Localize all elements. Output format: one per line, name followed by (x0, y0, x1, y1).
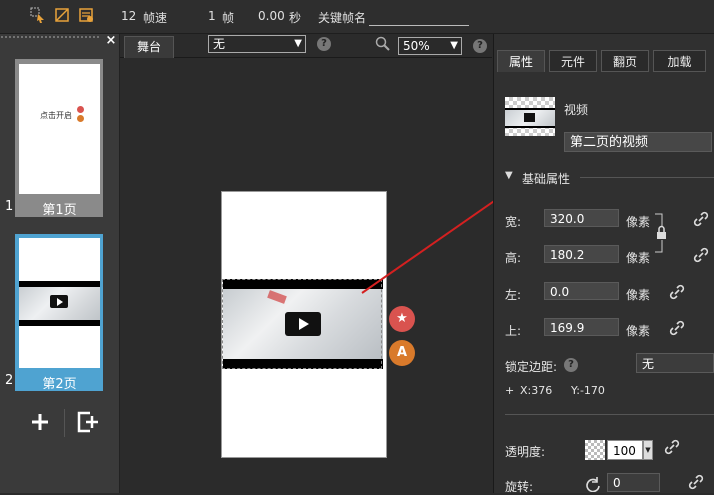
link-icon[interactable] (669, 284, 685, 300)
zoom-icon (375, 36, 390, 51)
help-icon[interactable]: ? (564, 358, 578, 372)
add-text-icon[interactable]: A (389, 340, 415, 366)
coord-x: X:376 (520, 384, 553, 397)
page-label-2: 第2页 (42, 377, 77, 392)
rotation-label: 旋转: (505, 480, 534, 494)
top-label: 上: (505, 324, 522, 338)
time-label: 秒 (289, 11, 302, 25)
rotate-icon (586, 477, 600, 492)
section-divider (580, 177, 714, 178)
link-icon[interactable] (693, 247, 709, 263)
chevron-down-icon: ▼ (294, 38, 302, 49)
opacity-dropdown-icon[interactable]: ▼ (643, 440, 653, 460)
text-icon (77, 115, 84, 122)
zoom-select-value: 50% (403, 39, 430, 53)
help-icon[interactable]: ? (473, 39, 487, 53)
opacity-input[interactable]: 100 (607, 440, 643, 460)
rotation-input[interactable]: 0 (607, 473, 660, 492)
section-title: 基础属性 (522, 172, 571, 186)
opacity-preview (585, 440, 605, 460)
frame-value: 1 (208, 9, 216, 23)
link-icon[interactable] (669, 320, 685, 336)
keyframe-input-underline (369, 25, 469, 26)
left-label: 左: (505, 288, 522, 302)
panel-drag-handle[interactable] (0, 35, 100, 40)
width-label: 宽: (505, 215, 522, 229)
left-input[interactable]: 0.0 (544, 282, 619, 300)
divider (505, 414, 714, 415)
chevron-down-icon: ▼ (450, 40, 458, 51)
frame-label: 帧 (222, 11, 235, 25)
opacity-label: 透明度: (505, 445, 546, 459)
coord-y: Y:-170 (571, 384, 605, 397)
page-label-1: 第1页 (42, 203, 77, 218)
top-input[interactable]: 169.9 (544, 318, 619, 336)
video-thumbnail (505, 97, 555, 136)
fps-value[interactable]: 12 (121, 9, 136, 23)
height-unit: 像素 (626, 251, 651, 265)
link-icon[interactable] (693, 211, 709, 227)
page-number-2: 2 (5, 373, 14, 388)
width-input[interactable]: 320.0 (544, 209, 619, 227)
tab-page-turn[interactable]: 翻页 (601, 50, 649, 72)
time-value: 0.00 (258, 9, 285, 23)
import-page-icon[interactable] (76, 411, 100, 433)
page-number-1: 1 (5, 199, 14, 214)
link-icon[interactable] (664, 439, 680, 455)
close-icon[interactable]: × (104, 34, 118, 48)
tab-components[interactable]: 元件 (549, 50, 597, 72)
fps-label: 帧速 (143, 11, 168, 25)
selection-box (222, 279, 382, 369)
lock-margin-label: 锁定边距: (505, 360, 558, 374)
page-thumbnail-1: 点击开启 (19, 64, 100, 194)
crop-tool-icon[interactable] (54, 7, 70, 23)
tab-loading[interactable]: 加载 (653, 50, 706, 72)
clear-tool-icon[interactable] (78, 7, 94, 23)
zoom-select[interactable]: 50% ▼ (398, 37, 462, 55)
star-icon (77, 106, 84, 113)
height-label: 高: (505, 251, 522, 265)
thumbnail-video (19, 281, 100, 326)
add-page-icon[interactable] (30, 412, 50, 432)
width-unit: 像素 (626, 215, 651, 229)
element-name-input[interactable]: 第二页的视频 (564, 132, 712, 152)
page-thumbnail-2 (19, 238, 100, 368)
select-tool-icon[interactable] (30, 7, 46, 23)
link-icon[interactable] (688, 474, 704, 490)
help-icon[interactable]: ? (317, 37, 331, 51)
element-type-label: 视频 (564, 103, 589, 117)
lock-margin-select[interactable]: 无 (636, 353, 714, 373)
tab-stage[interactable]: 舞台 (124, 36, 174, 58)
lock-ratio-icon[interactable] (654, 208, 668, 258)
move-icon: + (505, 384, 515, 397)
keyframe-label: 关键帧名 (318, 11, 367, 25)
top-unit: 像素 (626, 324, 651, 338)
height-input[interactable]: 180.2 (544, 245, 619, 263)
divider (64, 409, 65, 437)
tab-properties[interactable]: 属性 (497, 50, 545, 72)
add-animation-icon[interactable]: ★ (389, 306, 415, 332)
transition-select-value: 无 (213, 37, 226, 51)
thumbnail-text: 点击开启 (40, 111, 72, 120)
left-unit: 像素 (626, 288, 651, 302)
transition-select[interactable]: 无 ▼ (208, 35, 306, 53)
collapse-triangle-icon[interactable]: ▼ (505, 170, 513, 181)
